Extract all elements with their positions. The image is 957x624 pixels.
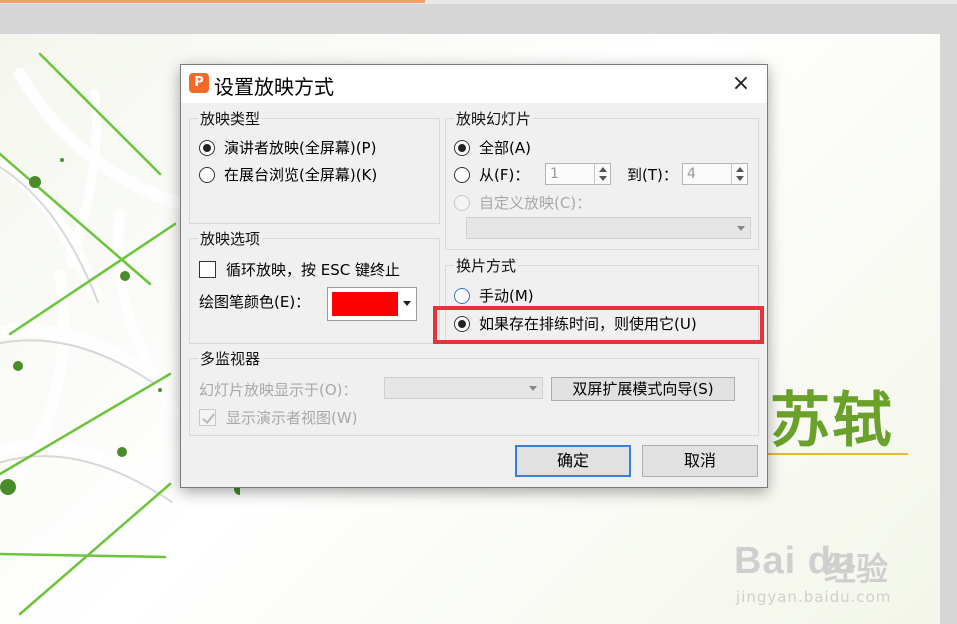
radio-button-icon[interactable] [454, 139, 470, 156]
pen-color-dropdown[interactable] [327, 287, 417, 321]
multi-monitor-legend: 多监视器 [198, 348, 263, 369]
watermark-brand: 经验 [824, 550, 889, 588]
radio-kiosk-fullscreen[interactable]: 在展台浏览(全屏幕)(K) [199, 164, 377, 185]
radio-presenter-fullscreen[interactable]: 演讲者放映(全屏幕)(P) [199, 137, 376, 158]
dialog-title: 设置放映方式 [214, 75, 334, 99]
radio-manual-advance[interactable]: 手动(M) [454, 285, 534, 306]
presenter-view-row[interactable]: 显示演示者视图(W) [199, 407, 358, 428]
show-options-legend: 放映选项 [198, 228, 263, 249]
slide-title: 苏轼 [770, 386, 894, 456]
dual-screen-wizard-button[interactable]: 双屏扩展模式向导(S) [551, 377, 735, 401]
display-on-label: 幻灯片放映显示于(O)： [199, 381, 358, 399]
to-slide-stepper[interactable]: 4 [682, 163, 748, 185]
dialog-titlebar[interactable]: P 设置放映方式 × [181, 65, 767, 103]
tab-accent [0, 0, 425, 3]
pen-color-swatch [332, 292, 398, 316]
stepper-arrows[interactable] [731, 164, 747, 184]
window-top-bar [0, 0, 957, 4]
radio-button-icon[interactable] [454, 194, 470, 211]
wps-presentation-icon: P [189, 73, 209, 93]
from-slide-value: 1 [550, 166, 559, 182]
advance-legend: 换片方式 [454, 255, 519, 276]
slideshow-settings-dialog: P 设置放映方式 × 放映类型 演讲者放映(全屏幕)(P) 在展台浏览(全屏幕)… [180, 64, 768, 488]
chevron-down-icon [403, 301, 411, 306]
loop-checkbox-row[interactable]: 循环放映，按 ESC 键终止 [199, 259, 400, 280]
show-type-legend: 放映类型 [198, 108, 263, 129]
loop-checkbox[interactable] [199, 261, 216, 278]
checkmark-icon [201, 410, 216, 424]
to-slide-value: 4 [687, 166, 696, 182]
baidu-watermark: Bai du 经验 jingyan.baidu.com [728, 520, 933, 610]
radio-button-icon[interactable] [454, 287, 470, 304]
close-icon[interactable]: × [721, 69, 761, 99]
loop-label: 循环放映，按 ESC 键终止 [226, 261, 401, 279]
radio-all-slides[interactable]: 全部(A) [454, 137, 531, 158]
all-slides-label: 全部(A) [479, 139, 531, 157]
chevron-down-icon[interactable] [599, 176, 607, 181]
custom-show-select[interactable] [466, 217, 751, 239]
from-slide-stepper[interactable]: 1 [545, 163, 611, 185]
radio-slide-range[interactable]: 从(F)： [454, 164, 529, 185]
chevron-up-icon[interactable] [599, 167, 607, 172]
display-on-row: 幻灯片放映显示于(O)： [199, 379, 358, 400]
cancel-button[interactable]: 取消 [642, 445, 758, 477]
presenter-view-checkbox[interactable] [199, 409, 216, 426]
pen-color-row: 绘图笔颜色(E)： [199, 291, 310, 312]
chevron-up-icon[interactable] [736, 167, 744, 172]
chevron-down-icon [737, 226, 745, 231]
manual-label: 手动(M) [479, 287, 534, 305]
stepper-arrows[interactable] [594, 164, 610, 184]
radio-button-icon[interactable] [454, 166, 470, 183]
radio-custom-show[interactable]: 自定义放映(C)： [454, 192, 591, 213]
to-label-row: 到(T)： [627, 164, 678, 185]
custom-show-label: 自定义放映(C)： [479, 194, 592, 212]
radio-button-icon[interactable] [199, 166, 215, 183]
presenter-view-label: 显示演示者视图(W) [226, 409, 358, 427]
display-on-select[interactable] [384, 377, 543, 399]
ok-button[interactable]: 确定 [515, 445, 631, 477]
from-label: 从(F)： [479, 166, 530, 184]
slide-title-underline [766, 453, 908, 455]
kiosk-fullscreen-label: 在展台浏览(全屏幕)(K) [224, 166, 378, 184]
watermark-url: jingyan.baidu.com [736, 588, 892, 606]
presenter-fullscreen-label: 演讲者放映(全屏幕)(P) [224, 139, 377, 157]
to-label: 到(T)： [627, 166, 678, 184]
chevron-down-icon[interactable] [736, 176, 744, 181]
pen-color-label: 绘图笔颜色(E)： [199, 293, 311, 311]
radio-button-icon[interactable] [199, 139, 215, 156]
chevron-down-icon [529, 386, 537, 391]
annotation-highlight-box [433, 306, 764, 344]
show-slides-legend: 放映幻灯片 [454, 108, 534, 129]
